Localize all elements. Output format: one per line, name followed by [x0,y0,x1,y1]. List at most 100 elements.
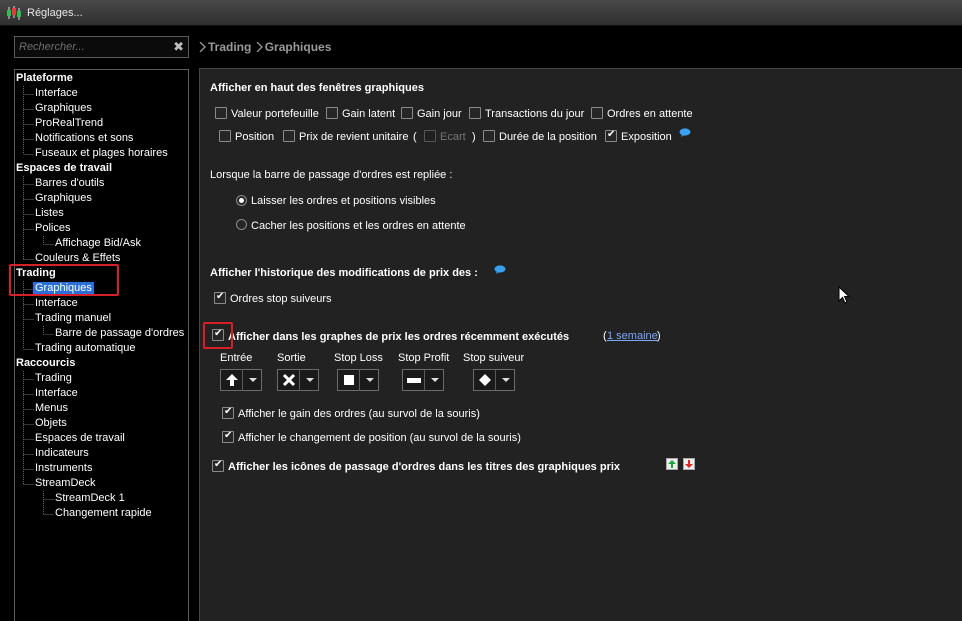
radio-cacher-positions[interactable] [236,219,247,230]
marker-label-stop-profit: Stop Profit [398,352,450,364]
label-gain-ordres: Afficher le gain des ordres (au survol d… [238,408,480,420]
highlight-box-checkbox [203,322,233,349]
breadcrumb-item-graphiques[interactable]: Graphiques [265,40,332,54]
label-position: Position [235,131,275,143]
checkbox-position[interactable] [219,130,231,142]
checkbox-valeur-portefeuille[interactable] [215,107,227,119]
settings-tree: Plateforme Interface Graphiques ProRealT… [14,69,189,621]
tree-item-indicateurs[interactable]: Indicateurs [35,446,89,461]
tree-item-affichage-bid-ask[interactable]: Affichage Bid/Ask [55,236,141,251]
search-box: ✖ [14,36,189,58]
tree-category-espaces[interactable]: Espaces de travail [16,161,112,176]
tree-item-objets[interactable]: Objets [35,416,67,431]
tree-item-fuseaux[interactable]: Fuseaux et plages horaires [35,146,168,161]
marker-select-sortie[interactable] [277,369,319,391]
label-gain-jour: Gain jour [417,108,462,120]
tree-item-raccourcis-interface[interactable]: Interface [35,386,78,401]
period-link[interactable]: 1 semaine [607,330,658,342]
chevron-down-icon [498,370,514,390]
tree-item-proRealTrend[interactable]: ProRealTrend [35,116,103,131]
chevron-down-icon [362,370,378,390]
tree-item-notifications[interactable]: Notifications et sons [35,131,133,146]
label-ordres-recents: Afficher dans les graphes de prix les or… [228,331,570,343]
checkbox-ordres-stop-suiveurs[interactable] [214,291,226,304]
tree-item-barre-passage-ordres[interactable]: Barre de passage d'ordres [55,326,184,341]
info-bubble-icon[interactable] [494,265,506,274]
label-ordres-stop-suiveurs: Ordres stop suiveurs [230,293,332,305]
arrow-up-icon [221,370,243,390]
tree-item-streamdeck-1[interactable]: StreamDeck 1 [55,491,125,506]
info-bubble-icon[interactable] [679,128,691,137]
tree-category-raccourcis[interactable]: Raccourcis [16,356,75,371]
marker-label-entree: Entrée [220,352,253,364]
label-valeur-portefeuille: Valeur portefeuille [231,108,319,120]
checkbox-changement-position[interactable] [222,430,234,443]
label-gain-latent: Gain latent [342,108,396,120]
checkbox-gain-latent[interactable] [326,107,338,119]
section-title-top-of-charts: Afficher en haut des fenêtres graphiques [210,82,424,94]
label-duree-position: Durée de la position [499,131,597,143]
tree-item-espaces-graphiques[interactable]: Graphiques [35,191,92,206]
breadcrumb-item-trading[interactable]: Trading [208,40,251,54]
diamond-icon [474,370,496,390]
tree-item-trading-interface[interactable]: Interface [35,296,78,311]
checkbox-gain-ordres[interactable] [222,406,234,419]
window-title: Réglages... [27,7,83,19]
tree-item-plateforme-graphiques[interactable]: Graphiques [35,101,92,116]
breadcrumb: Trading Graphiques [198,40,331,54]
label-icones-passage-ordres: Afficher les icônes de passage d'ordres … [228,461,621,473]
paren-open: ( [413,131,417,143]
marker-select-stop-loss[interactable] [337,369,379,391]
section-title-collapsed-bar: Lorsque la barre de passage d'ordres est… [210,169,453,181]
checkbox-ordres-attente[interactable] [591,107,603,119]
dash-icon [403,370,425,390]
checkbox-transactions-jour[interactable] [469,107,481,119]
tree-item-raccourcis-trading[interactable]: Trading [35,371,72,386]
checkbox-gain-jour[interactable] [401,107,413,119]
tree-item-raccourcis-espaces[interactable]: Espaces de travail [35,431,125,446]
tree-item-barres-outils[interactable]: Barres d'outils [35,176,104,191]
close-icon[interactable]: ✖ [173,39,184,55]
tree-item-streamdeck[interactable]: StreamDeck [35,476,96,491]
tree-item-plateforme-interface[interactable]: Interface [35,86,78,101]
checkbox-icones-passage-ordres[interactable] [212,459,224,472]
radio-laisser-visibles[interactable] [236,195,247,206]
tree-item-changement-rapide[interactable]: Changement rapide [55,506,152,521]
section-title-price-history: Afficher l'historique des modifications … [210,267,478,279]
label-changement-position: Afficher le changement de position (au s… [238,432,521,444]
buy-order-icon [666,458,678,470]
highlight-box-sidebar [9,264,119,296]
checkbox-prix-revient[interactable] [283,130,295,142]
tree-item-instruments[interactable]: Instruments [35,461,92,476]
marker-select-stop-suiveur[interactable] [473,369,515,391]
candlestick-icon [6,6,22,20]
tree-item-menus[interactable]: Menus [35,401,68,416]
sell-order-icon [683,458,695,470]
tree-item-trading-manuel[interactable]: Trading manuel [35,311,111,326]
tree-item-trading-automatique[interactable]: Trading automatique [35,341,136,356]
label-exposition: Exposition [621,131,672,143]
label-ecart: Ecart [440,131,466,143]
search-input[interactable] [15,37,165,57]
tree-item-listes[interactable]: Listes [35,206,64,221]
checkbox-ecart[interactable] [424,130,436,142]
marker-label-stop-suiveur: Stop suiveur [463,352,525,364]
paren-close: ) [472,131,476,143]
checkbox-duree-position[interactable] [483,130,495,142]
chevron-down-icon [302,370,318,390]
square-icon [338,370,360,390]
chevron-down-icon [427,370,443,390]
chevron-right-icon [256,42,263,52]
chevron-right-icon [199,42,206,52]
period-paren-close: ) [657,330,661,342]
mouse-cursor-icon [838,286,850,304]
chevron-down-icon [245,370,261,390]
checkbox-exposition[interactable] [605,129,617,142]
tree-item-polices[interactable]: Polices [35,221,70,236]
settings-panel: Afficher en haut des fenêtres graphiques… [199,68,962,621]
label-ordres-attente: Ordres en attente [607,108,693,120]
title-bar: Réglages... [0,0,962,26]
tree-category-plateforme[interactable]: Plateforme [16,71,73,86]
marker-select-stop-profit[interactable] [402,369,444,391]
marker-select-entree[interactable] [220,369,262,391]
